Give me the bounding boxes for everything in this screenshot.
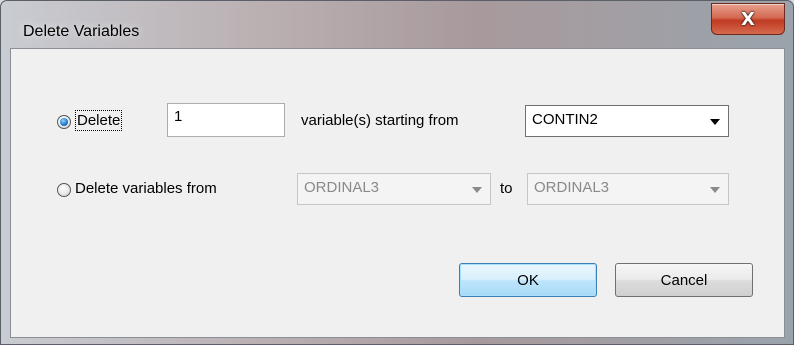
- variable-count-input[interactable]: 1: [167, 103, 285, 137]
- chevron-down-icon: [472, 187, 482, 193]
- chevron-down-icon: [710, 187, 720, 193]
- dialog-window: Delete Variables X Delete 1 variable(s) …: [0, 0, 794, 345]
- start-variable-dropdown[interactable]: CONTIN2: [525, 105, 729, 137]
- to-label: to: [500, 180, 513, 197]
- to-variable-dropdown[interactable]: ORDINAL3: [527, 173, 729, 205]
- ok-button[interactable]: OK: [459, 263, 597, 297]
- delete-range-radio[interactable]: [57, 183, 71, 197]
- delete-count-label[interactable]: Delete: [74, 110, 123, 131]
- to-variable-value: ORDINAL3: [534, 179, 610, 196]
- from-variable-value: ORDINAL3: [304, 179, 380, 196]
- from-variable-dropdown[interactable]: ORDINAL3: [297, 173, 491, 205]
- chevron-down-icon: [710, 119, 720, 125]
- cancel-button[interactable]: Cancel: [615, 263, 753, 297]
- delete-range-label[interactable]: Delete variables from: [75, 180, 217, 197]
- close-icon: X: [741, 8, 755, 30]
- dialog-body: Delete 1 variable(s) starting from CONTI…: [10, 48, 785, 338]
- start-variable-value: CONTIN2: [532, 111, 598, 128]
- starting-from-label: variable(s) starting from: [301, 112, 459, 129]
- delete-count-radio[interactable]: [57, 115, 71, 129]
- close-button[interactable]: X: [711, 3, 785, 35]
- window-title: Delete Variables: [23, 23, 140, 40]
